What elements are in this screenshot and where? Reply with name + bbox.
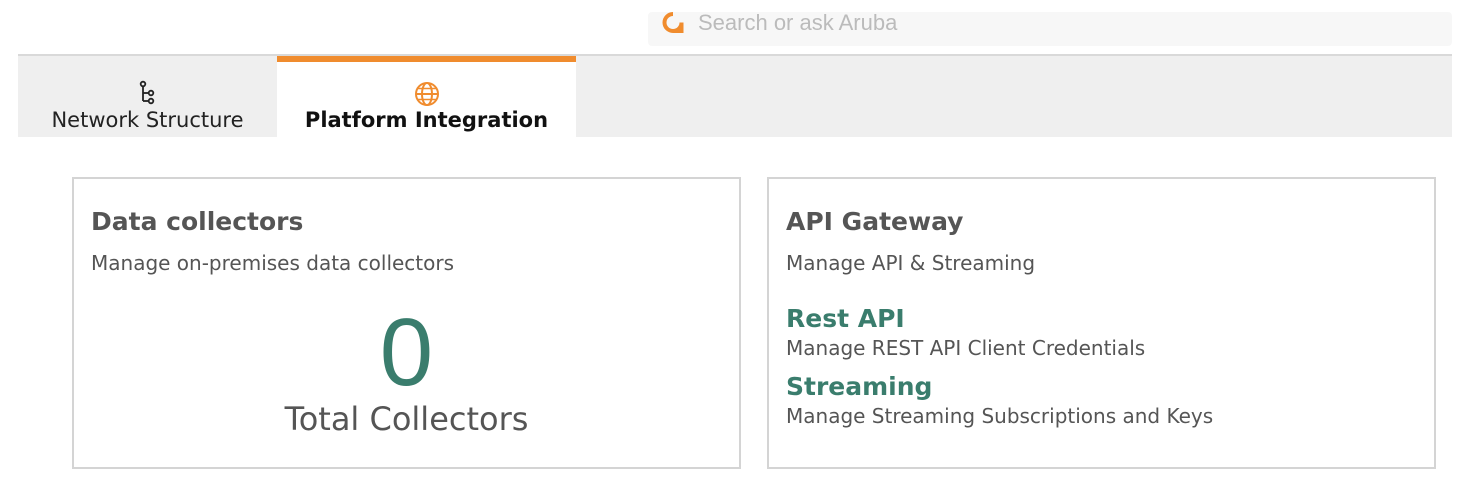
tab-label: Platform Integration [304,108,549,132]
streaming-description: Manage Streaming Subscriptions and Keys [786,404,1214,428]
aruba-search-icon [662,12,684,33]
search-input[interactable]: Search or ask Aruba [698,12,897,34]
card-subtitle: Manage API & Streaming [786,251,1036,275]
data-collectors-card[interactable]: Data collectors Manage on-premises data … [72,177,741,469]
card-subtitle: Manage on-premises data collectors [91,251,455,275]
tab-network-structure[interactable]: Network Structure [18,56,277,137]
api-gateway-card: API Gateway Manage API & Streaming Rest … [767,177,1436,469]
tab-label: Network Structure [51,108,244,132]
card-title: API Gateway [786,207,964,236]
collector-count-label: Total Collectors [284,400,529,438]
tab-bar: Network Structure Platform Integration [18,56,1452,137]
tab-platform-integration[interactable]: Platform Integration [277,56,576,137]
globe-icon [414,82,439,106]
card-title: Data collectors [91,207,304,236]
rest-api-description: Manage REST API Client Credentials [786,336,1146,360]
hierarchy-icon [139,80,154,105]
search-bar[interactable]: Search or ask Aruba [648,12,1452,46]
collector-count[interactable]: 0 [74,305,739,401]
streaming-link[interactable]: Streaming [786,372,932,402]
rest-api-link[interactable]: Rest API [786,304,905,334]
